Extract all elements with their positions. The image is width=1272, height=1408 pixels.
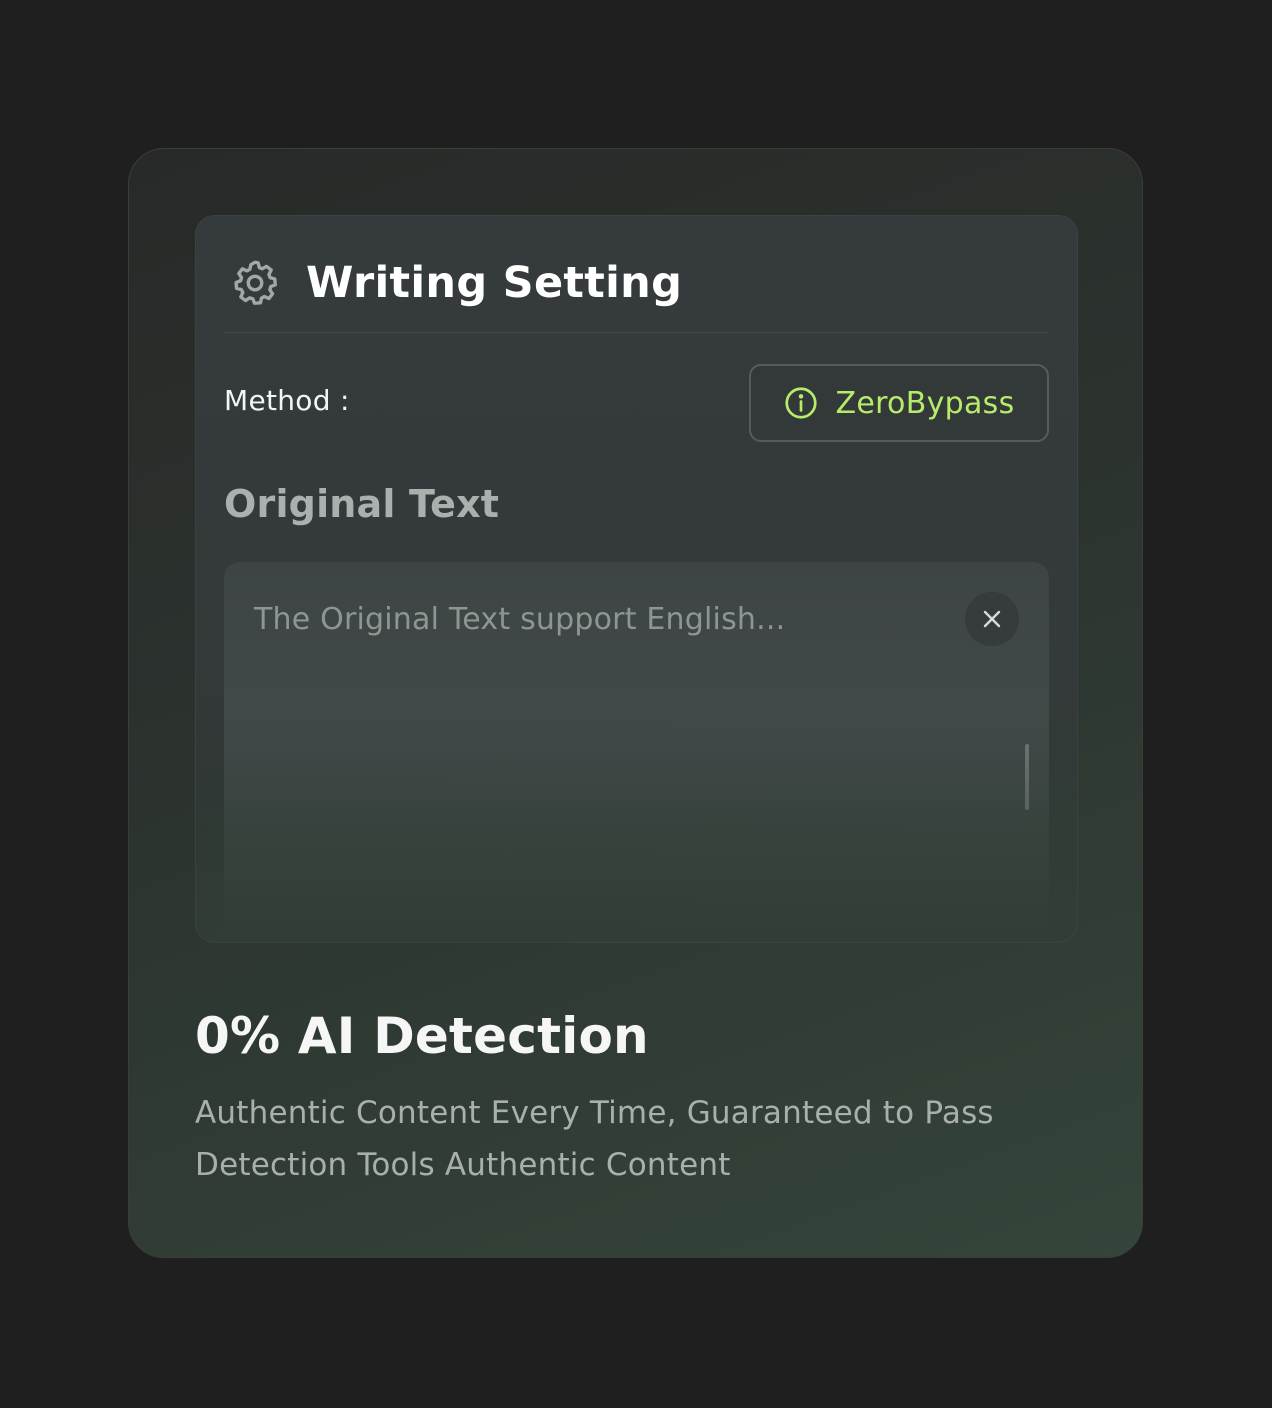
gear-icon (234, 260, 277, 305)
original-text-input[interactable]: The Original Text support English... (224, 562, 1049, 942)
writing-setting-panel: Writing Setting Method : ZeroBypass Orig… (195, 215, 1078, 943)
original-text-heading: Original Text (224, 482, 500, 526)
close-icon (983, 610, 1001, 628)
clear-text-button[interactable] (965, 592, 1019, 646)
original-text-placeholder: The Original Text support English... (254, 602, 786, 637)
panel-title: Writing Setting (306, 258, 683, 308)
panel-header: Writing Setting (224, 252, 1049, 333)
feature-card: Writing Setting Method : ZeroBypass Orig… (128, 148, 1143, 1258)
method-row: Method : ZeroBypass (224, 364, 1049, 444)
text-scrollbar[interactable] (1025, 744, 1029, 810)
method-label: Method : (224, 384, 350, 417)
feature-title: 0% AI Detection (195, 1007, 649, 1065)
info-icon (785, 387, 818, 419)
method-value: ZeroBypass (835, 385, 1015, 421)
feature-description: Authentic Content Every Time, Guaranteed… (195, 1095, 994, 1183)
method-select-button[interactable]: ZeroBypass (749, 364, 1049, 442)
